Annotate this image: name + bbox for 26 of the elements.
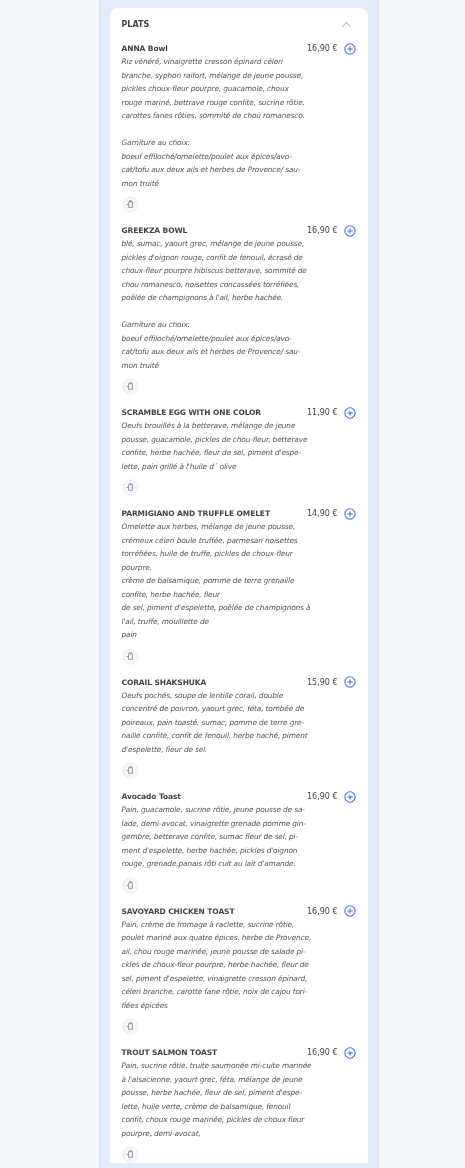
dish-price: 16,90 € xyxy=(306,1048,338,1057)
dish-price: 11,90 € xyxy=(306,408,338,417)
label-badge-icon[interactable] xyxy=(121,1018,139,1035)
add-icon[interactable] xyxy=(343,1046,356,1059)
label-badge-icon[interactable] xyxy=(121,647,139,665)
dish-price: 16,90 € xyxy=(306,906,338,916)
dish-price: 14,90 € xyxy=(306,509,338,518)
label-badge-icon[interactable] xyxy=(121,196,139,213)
add-icon[interactable] xyxy=(343,507,356,520)
dish-price: 16,90 € xyxy=(306,792,338,801)
add-icon[interactable] xyxy=(343,905,356,917)
dish-price: 16,90 € xyxy=(306,44,338,53)
add-icon[interactable] xyxy=(343,406,356,419)
add-icon[interactable] xyxy=(343,224,356,237)
section-title: PLATS xyxy=(121,20,150,29)
add-icon[interactable] xyxy=(343,42,356,55)
label-badge-icon[interactable] xyxy=(121,762,139,779)
label-badge-icon[interactable] xyxy=(121,479,139,496)
label-badge-icon[interactable] xyxy=(121,378,139,395)
add-icon[interactable] xyxy=(343,676,356,688)
dish-price: 15,90 € xyxy=(306,677,338,687)
label-badge-icon[interactable] xyxy=(121,876,139,894)
dish-price: 16,90 € xyxy=(306,226,338,235)
chevron-icon[interactable] xyxy=(340,21,352,28)
add-icon[interactable] xyxy=(343,790,356,803)
label-badge-icon[interactable] xyxy=(121,1146,139,1163)
